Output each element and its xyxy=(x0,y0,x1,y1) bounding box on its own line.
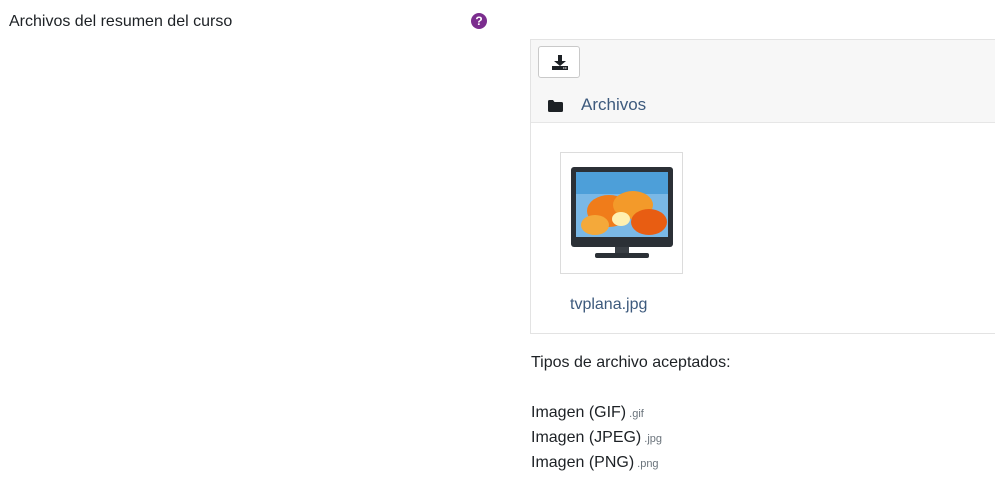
file-manager: Archivos tvplana.jpg xyxy=(530,39,995,334)
download-all-button[interactable] xyxy=(538,46,580,78)
file-manager-toolbar: Archivos xyxy=(531,40,995,123)
type-name: Imagen (JPEG) xyxy=(531,429,642,446)
folder-icon xyxy=(548,100,563,112)
file-name[interactable]: tvplana.jpg xyxy=(570,296,647,314)
type-name: Imagen (GIF) xyxy=(531,404,627,421)
type-name: Imagen (PNG) xyxy=(531,454,635,471)
breadcrumb-archivos[interactable]: Archivos xyxy=(581,95,646,115)
accepted-types-list: Imagen (GIF) .gif Imagen (JPEG) .jpg Image… xyxy=(531,401,662,476)
field-label: Archivos del resumen del curso xyxy=(9,13,233,30)
list-item: Imagen (GIF) .gif xyxy=(531,401,662,426)
list-item: Imagen (JPEG) .jpg xyxy=(531,426,662,451)
type-extension: .gif xyxy=(629,408,644,420)
help-icon[interactable]: ? xyxy=(471,13,487,29)
type-extension: .png xyxy=(637,458,659,470)
file-thumbnail[interactable] xyxy=(560,152,683,274)
monitor-image-icon xyxy=(571,167,673,258)
accepted-types-title: Tipos de archivo aceptados: xyxy=(531,354,731,371)
type-extension: .jpg xyxy=(644,433,663,445)
download-icon xyxy=(552,55,568,70)
list-item: Imagen (PNG) .png xyxy=(531,451,662,476)
